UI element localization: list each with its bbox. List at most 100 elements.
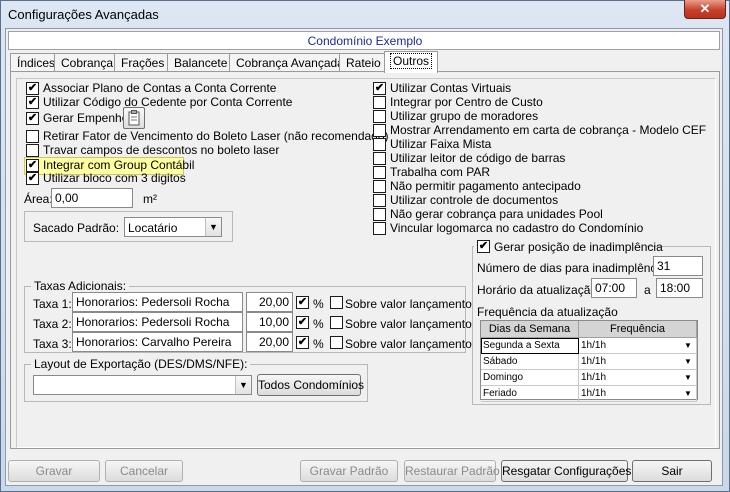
gravar-button[interactable]: Gravar	[8, 460, 100, 482]
tab-label: Cobrança	[61, 56, 114, 70]
label-bloco-3-digitos: Utilizar bloco com 3 digitos	[43, 171, 186, 185]
checkbox-grupo-moradores[interactable]	[373, 110, 386, 123]
table-row-dia[interactable]: Sábado	[481, 354, 579, 370]
checkbox-par[interactable]	[373, 166, 386, 179]
close-button[interactable]: ✕	[684, 0, 726, 19]
sacado-value: Locatário	[128, 221, 178, 235]
chevron-down-icon: ▼	[235, 376, 251, 394]
checkbox-integrar-group-contabil[interactable]: ✔	[26, 159, 39, 172]
taxa2-percent-checkbox[interactable]: ✔	[296, 316, 309, 329]
taxa2-desc-input[interactable]: Honorarios: Pedersoli Rocha	[72, 312, 243, 332]
checkbox-leitor-barras[interactable]	[373, 152, 386, 165]
label-unidades-pool: Não gerar cobrança para unidades Pool	[390, 207, 603, 221]
taxa1-sobre-label: Sobre valor lançamento	[345, 297, 472, 311]
freq-value: 1h/1h	[581, 340, 607, 351]
checkbox-codigo-cedente[interactable]: ✔	[26, 96, 39, 109]
checkbox-controle-documentos[interactable]	[373, 194, 386, 207]
label-codigo-cedente: Utilizar Código do Cedente por Conta Cor…	[43, 95, 293, 109]
checkbox-pagamento-antecipado[interactable]	[373, 180, 386, 193]
tab-fracoes[interactable]: Frações	[114, 53, 172, 72]
label-logomarca: Vincular logomarca no cadastro do Condom…	[390, 221, 644, 235]
dias-input[interactable]: 31	[653, 256, 703, 276]
horario-inicio-input[interactable]: 07:00	[591, 278, 637, 298]
chevron-down-icon: ▼	[684, 341, 692, 350]
cancelar-button[interactable]: Cancelar	[105, 460, 183, 482]
chevron-down-icon: ▼	[205, 218, 221, 236]
checkbox-gerar-inadimplencia[interactable]: ✔	[477, 240, 490, 253]
label-leitor-barras: Utilizar leitor de código de barras	[390, 151, 566, 165]
checkbox-travar-descontos[interactable]	[26, 144, 39, 157]
resgatar-configuracoes-button[interactable]: Resgatar Configurações	[501, 460, 631, 482]
taxa3-desc-input[interactable]: Honorarios: Carvalho Pereira	[72, 332, 243, 352]
label-centro-custo: Integrar por Centro de Custo	[390, 95, 543, 109]
taxa2-label: Taxa 2:	[33, 317, 72, 331]
condominio-name: Condomínio Exemplo	[307, 34, 423, 48]
label-contas-virtuais: Utilizar Contas Virtuais	[390, 81, 512, 95]
layout-export-select[interactable]: ▼	[33, 375, 252, 395]
label-integrar-group-contabil: Integrar com Group Contábil	[43, 158, 195, 172]
condominio-bar: Condomínio Exemplo	[8, 31, 720, 50]
table-row-dia[interactable]: Segunda a Sexta	[481, 338, 579, 354]
taxa1-percent-checkbox[interactable]: ✔	[296, 296, 309, 309]
table-row-dia[interactable]: Domingo	[481, 370, 579, 386]
restaurar-padrao-button[interactable]: Restaurar Padrão	[404, 460, 500, 482]
tab-label: Frações	[121, 56, 165, 70]
chevron-down-icon: ▼	[684, 389, 692, 398]
horario-fim-input[interactable]: 18:00	[656, 278, 703, 298]
checkbox-unidades-pool[interactable]	[373, 208, 386, 221]
taxa1-valor-input[interactable]: 20,00	[246, 292, 293, 312]
empenho-config-button[interactable]	[123, 107, 145, 129]
tab-label: Outros	[389, 53, 433, 69]
label-controle-documentos: Utilizar controle de documentos	[390, 193, 559, 207]
checkbox-faixa-mista[interactable]	[373, 138, 386, 151]
tab-label: Cobrança Avançada	[236, 56, 344, 70]
freq-value: 1h/1h	[581, 356, 607, 367]
taxa1-sobre-checkbox[interactable]	[330, 296, 343, 309]
taxa2-percent-label: %	[313, 317, 324, 331]
tab-label: Rateio	[346, 56, 381, 70]
checkbox-logomarca[interactable]	[373, 222, 386, 235]
taxa3-sobre-checkbox[interactable]	[330, 336, 343, 349]
taxa1-percent-label: %	[313, 297, 324, 311]
table-row-freq[interactable]: 1h/1h ▼	[579, 386, 697, 402]
taxa2-valor-input[interactable]: 10,00	[246, 312, 293, 332]
frequencia-label: Frequência da atualização	[477, 305, 618, 319]
gravar-padrao-button[interactable]: Gravar Padrão	[300, 460, 398, 482]
taxa1-desc-input[interactable]: Honorarios: Pedersoli Rocha	[72, 292, 243, 312]
dias-label: Número de dias para inadimplência	[477, 261, 666, 275]
table-row-freq[interactable]: 1h/1h ▼	[579, 354, 697, 370]
frequencia-grid: Dias da Semana Frequência Segunda a Sext…	[480, 320, 698, 402]
table-row-dia[interactable]: Feriado	[481, 386, 579, 402]
checkbox-associar-plano[interactable]: ✔	[26, 82, 39, 95]
grid-header-frequencia: Frequência	[579, 321, 697, 338]
area-label: Área:	[24, 192, 53, 206]
table-row-freq[interactable]: 1h/1h ▼	[579, 338, 697, 354]
checkbox-centro-custo[interactable]	[373, 96, 386, 109]
label-associar-plano: Associar Plano de Contas a Conta Corrent…	[43, 81, 277, 95]
taxa3-percent-checkbox[interactable]: ✔	[296, 336, 309, 349]
sacado-select[interactable]: Locatário ▼	[124, 217, 222, 237]
label-grupo-moradores: Utilizar grupo de moradores	[390, 109, 539, 123]
label-pagamento-antecipado: Não permitir pagamento antecipado	[390, 179, 581, 193]
checkbox-arrendamento[interactable]	[373, 124, 386, 137]
taxa2-sobre-checkbox[interactable]	[330, 316, 343, 329]
checkbox-bloco-3-digitos[interactable]: ✔	[26, 172, 39, 185]
label-travar-descontos: Travar campos de descontos no boleto las…	[43, 143, 280, 157]
area-unit: m²	[143, 192, 157, 206]
tab-rateio[interactable]: Rateio	[339, 53, 388, 72]
taxa3-percent-label: %	[313, 337, 324, 351]
checkbox-retirar-fator[interactable]	[26, 130, 39, 143]
area-input[interactable]: 0,00	[51, 188, 133, 208]
tab-balancete[interactable]: Balancete	[167, 53, 235, 72]
tab-cobranca[interactable]: Cobrança	[54, 53, 121, 72]
grid-header-dias: Dias da Semana	[481, 321, 579, 338]
taxa3-valor-input[interactable]: 20,00	[246, 332, 293, 352]
tab-cobranca-avancada[interactable]: Cobrança Avançada	[229, 53, 351, 72]
checkbox-gerar-empenho[interactable]: ✔	[26, 112, 39, 125]
chevron-down-icon: ▼	[684, 373, 692, 382]
tab-outros[interactable]: Outros	[384, 51, 439, 73]
sair-button[interactable]: Sair	[632, 460, 712, 482]
checkbox-contas-virtuais[interactable]: ✔	[373, 82, 386, 95]
todos-condominios-button[interactable]: Todos Condomínios	[257, 374, 364, 396]
table-row-freq[interactable]: 1h/1h ▼	[579, 370, 697, 386]
